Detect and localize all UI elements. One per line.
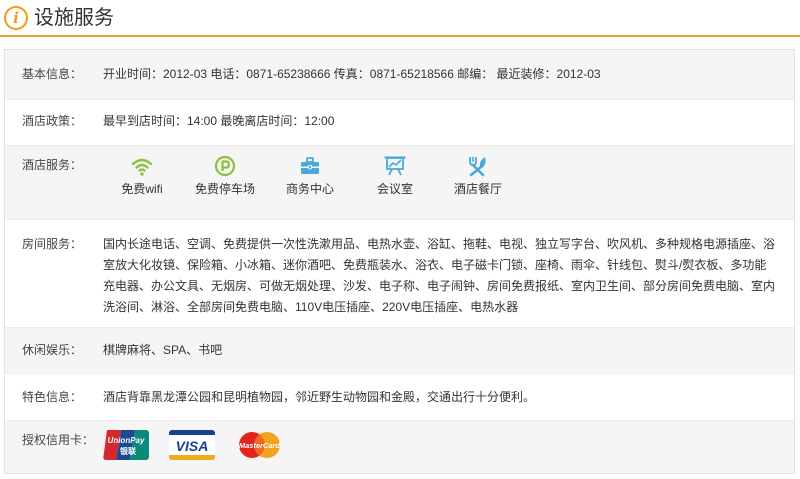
visa-logo-graphic: VISA [169, 430, 215, 460]
room-services-label: 房间服务： [22, 237, 83, 251]
service-restaurant: 酒店餐厅 [443, 155, 513, 197]
service-label: 免费停车场 [194, 182, 255, 196]
service-meeting-room: 会议室 [360, 155, 430, 197]
briefcase-icon [301, 157, 319, 174]
row-room-services: 房间服务： 国内长途电话、空调、免费提供一次性洗漱用品、电热水壶、浴缸、拖鞋、电… [5, 219, 794, 327]
basic-info-label: 基本信息： [22, 67, 83, 81]
mastercard-logo-graphic: MasterCard [239, 432, 281, 458]
service-free-parking: 免费停车场 [190, 155, 260, 197]
restaurant-icon [469, 157, 486, 177]
leisure-value: 棋牌麻将、SPA、书吧 [103, 343, 223, 357]
service-label: 酒店餐厅 [453, 182, 502, 196]
service-free-wifi: 免费wifi [107, 155, 177, 197]
unionpay-text: UnionPay [108, 436, 145, 445]
visa-text: VISA [176, 438, 209, 454]
info-icon: i [4, 6, 28, 30]
unionpay-cn-text: 银联 [119, 446, 136, 456]
hotel-policy-value: 最早到店时间：14:00 最晚离店时间：12:00 [103, 114, 335, 128]
wifi-icon [131, 158, 153, 176]
unionpay-logo: UnionPay 银联 [103, 430, 149, 460]
header-divider [0, 35, 800, 37]
parking-icon [214, 155, 236, 177]
meeting-room-icon [384, 156, 406, 176]
row-hotel-services: 酒店服务： 免费wifi 免费停车场 商务中心 会议室 酒店餐厅 [5, 145, 794, 219]
row-features: 特色信息： 酒店背靠黑龙潭公园和昆明植物园，邻近野生动物园和金殿，交通出行十分便… [5, 373, 794, 420]
hotel-policy-label: 酒店政策： [22, 114, 83, 128]
hotel-services-label: 酒店服务： [22, 158, 83, 172]
visa-logo: VISA [169, 430, 215, 460]
service-label: 商务中心 [285, 182, 334, 196]
section-header: i 设施服务 [0, 0, 800, 37]
row-credit-cards: 授权信用卡： UnionPay 银联 VISA MasterCard [5, 420, 794, 473]
leisure-label: 休闲娱乐： [22, 343, 83, 357]
service-label: 会议室 [376, 182, 413, 196]
mastercard-logo: MasterCard [235, 430, 281, 460]
row-basic-info: 基本信息： 开业时间：2012-03 电话：0871-65238666 传真：0… [5, 50, 794, 99]
features-value: 酒店背靠黑龙潭公园和昆明植物园，邻近野生动物园和金殿，交通出行十分便利。 [103, 390, 536, 404]
basic-info-value: 开业时间：2012-03 电话：0871-65238666 传真：0871-65… [103, 67, 601, 81]
section-title: 设施服务 [34, 7, 114, 29]
row-hotel-policy: 酒店政策： 最早到店时间：14:00 最晚离店时间：12:00 [5, 99, 794, 145]
mastercard-text: MasterCard [239, 441, 281, 450]
row-leisure: 休闲娱乐： 棋牌麻将、SPA、书吧 [5, 327, 794, 373]
unionpay-logo-graphic: UnionPay 银联 [103, 430, 149, 460]
room-services-value: 国内长途电话、空调、免费提供一次性洗漱用品、电热水壶、浴缸、拖鞋、电视、独立写字… [103, 237, 776, 314]
features-label: 特色信息： [22, 390, 83, 404]
credit-cards-label: 授权信用卡： [22, 433, 95, 447]
service-label: 免费wifi [121, 182, 163, 196]
facilities-panel: 基本信息： 开业时间：2012-03 电话：0871-65238666 传真：0… [4, 49, 795, 474]
service-business-center: 商务中心 [275, 155, 345, 197]
